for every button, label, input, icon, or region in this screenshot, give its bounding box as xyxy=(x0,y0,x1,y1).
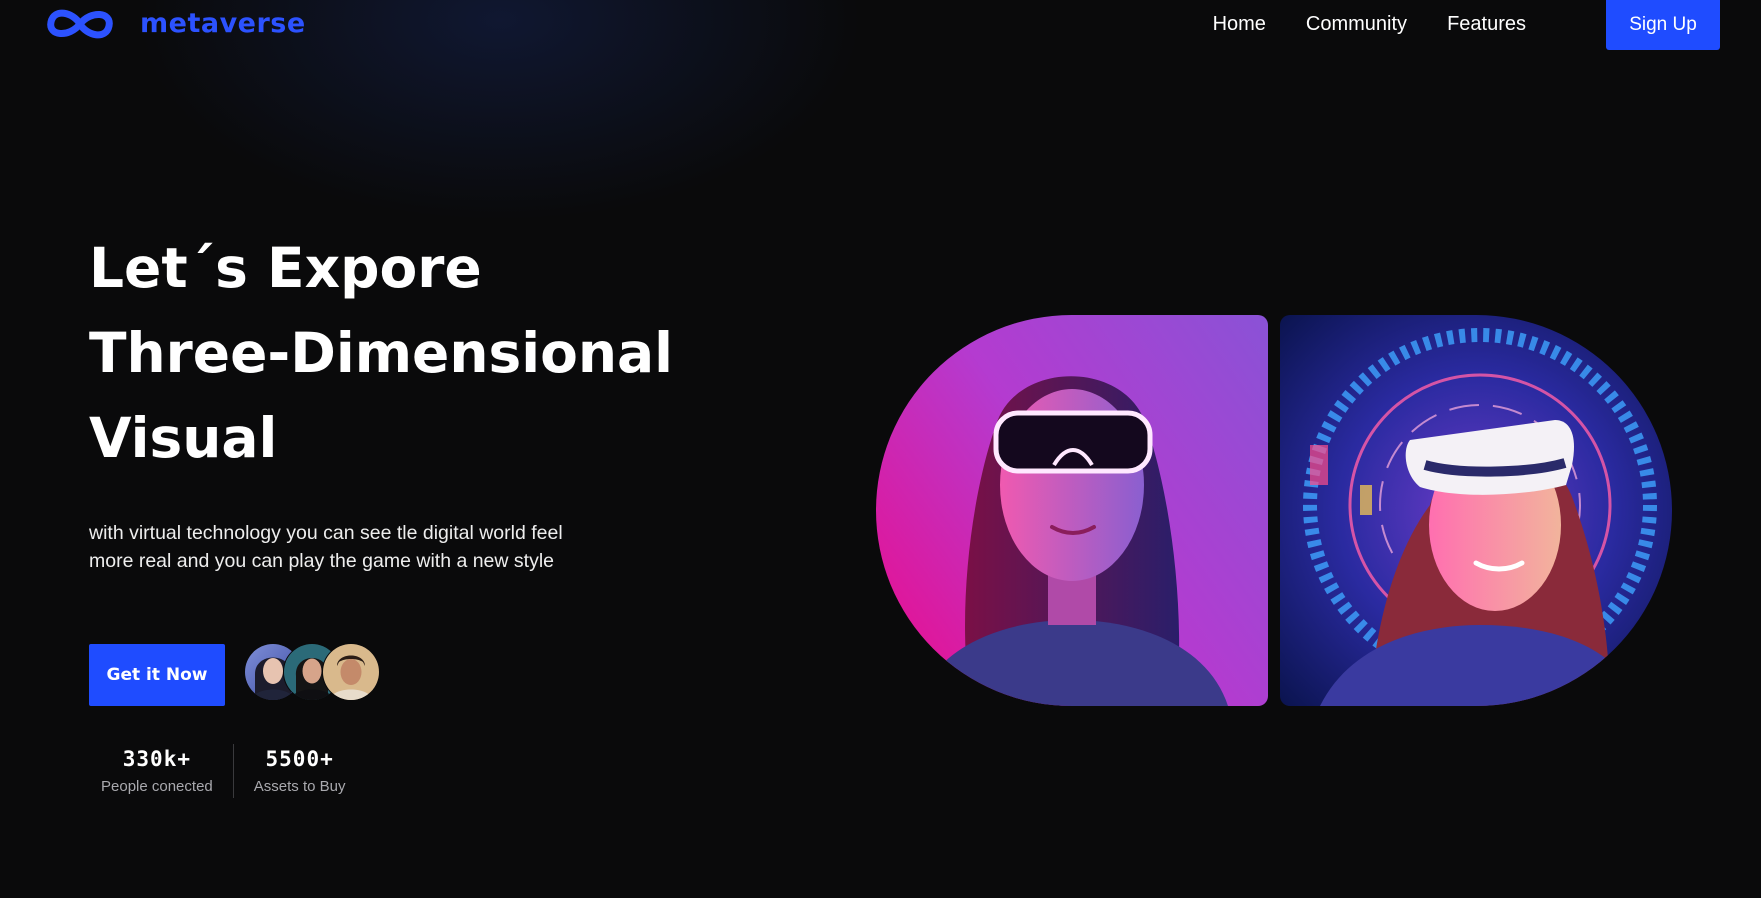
main-nav: Home Community Features xyxy=(1213,9,1526,39)
hero-title: Let´s Expore Three-Dimensional Visual xyxy=(89,226,709,481)
stat-value: 330k+ xyxy=(122,747,191,771)
avatar-man-1 xyxy=(322,643,380,701)
avatar-man-1-image xyxy=(323,644,379,700)
nav-home-link[interactable]: Home xyxy=(1213,9,1266,39)
avatar-group xyxy=(244,643,384,701)
hero-title-line-3: Visual xyxy=(89,406,278,470)
hero-description: with virtual technology you can see tle … xyxy=(89,522,563,572)
stat-assets: 5500+ Assets to Buy xyxy=(232,744,358,798)
vr-woman-hologram-image xyxy=(1280,315,1672,706)
vr-woman-neon-image xyxy=(876,315,1268,706)
stat-label: Assets to Buy xyxy=(253,778,346,795)
nav-community-link[interactable]: Community xyxy=(1306,9,1407,39)
stats: 330k+ People conected 5500+ Assets to Bu… xyxy=(89,744,357,798)
stat-people: 330k+ People conected xyxy=(89,744,225,798)
sign-up-button[interactable]: Sign Up xyxy=(1606,0,1720,50)
landing-page: metaverse Home Community Features Sign U… xyxy=(0,0,1761,898)
logo[interactable]: metaverse xyxy=(44,4,306,44)
stat-value: 5500+ xyxy=(265,747,334,771)
stat-label: People conected xyxy=(101,778,213,795)
nav-features-link[interactable]: Features xyxy=(1447,9,1526,39)
vr-woman-neon-illustration xyxy=(876,315,1268,706)
brand-name: metaverse xyxy=(140,8,306,39)
get-it-now-button[interactable]: Get it Now xyxy=(89,644,225,706)
hero-title-line-2: Three-Dimensional xyxy=(89,321,673,385)
infinity-icon xyxy=(47,9,113,39)
hero-title-line-1: Let´s Expore xyxy=(89,236,482,300)
vr-woman-hologram-illustration xyxy=(1280,315,1672,706)
